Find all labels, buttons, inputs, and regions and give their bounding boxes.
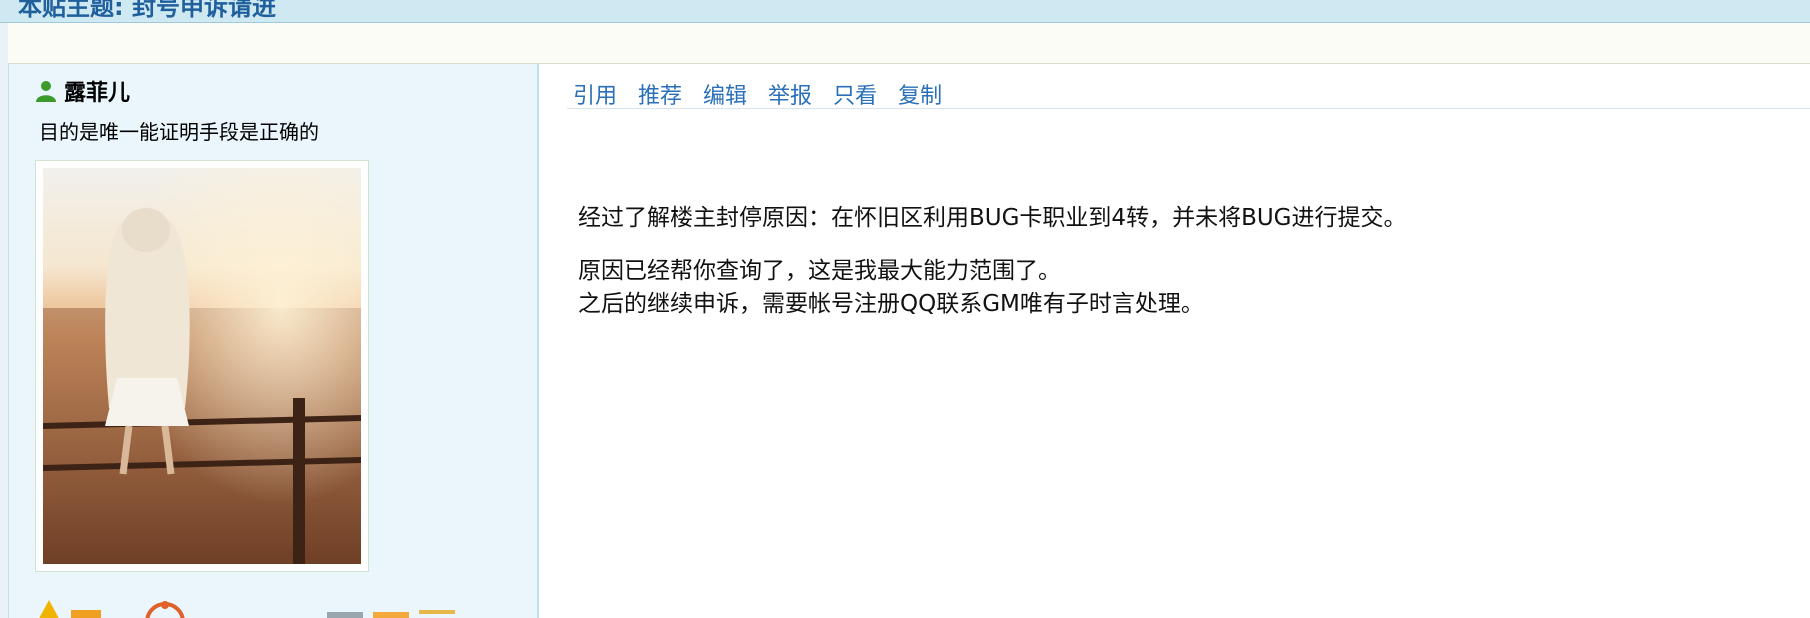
user-icon xyxy=(36,81,56,102)
thread-title-bar: 本贴主题: 封号申诉请进 xyxy=(0,0,1810,23)
post-content: 引用 推荐 编辑 举报 只看 复制 经过了解楼主封停原因：在怀旧区利用BUG卡职… xyxy=(539,64,1810,618)
actions-divider xyxy=(567,108,1810,109)
avatar-image xyxy=(43,168,361,564)
post-actions: 引用 推荐 编辑 举报 只看 复制 xyxy=(573,78,963,110)
report-link[interactable]: 举报 xyxy=(768,78,812,110)
edit-link[interactable]: 编辑 xyxy=(703,78,747,110)
sub-toolbar xyxy=(8,23,1810,64)
medal-flower-icon xyxy=(145,601,185,618)
thread-title: 本贴主题: 封号申诉请进 xyxy=(18,0,276,21)
left-edge xyxy=(0,23,9,618)
medal-row xyxy=(35,592,495,618)
author-username[interactable]: 露菲儿 xyxy=(64,75,130,107)
post-paragraph: 经过了解楼主封停原因：在怀旧区利用BUG卡职业到4转，并未将BUG进行提交。 xyxy=(578,205,1407,231)
medal-orange-icon xyxy=(373,612,409,618)
only-view-link[interactable]: 只看 xyxy=(833,78,877,110)
author-row: 露菲儿 xyxy=(34,75,130,107)
avatar-frame xyxy=(35,160,369,572)
medal-a-icon xyxy=(39,600,59,618)
post-body: 经过了解楼主封停原因：在怀旧区利用BUG卡职业到4转，并未将BUG进行提交。 原… xyxy=(578,202,1407,321)
author-motto: 目的是唯一能证明手段是正确的 xyxy=(39,120,319,144)
author-sidebar: 露菲儿 目的是唯一能证明手段是正确的 xyxy=(9,64,539,618)
medal-badge-icon xyxy=(71,610,101,618)
avatar[interactable] xyxy=(43,168,361,564)
medal-small-icon xyxy=(419,610,455,614)
copy-link[interactable]: 复制 xyxy=(898,78,942,110)
quote-link[interactable]: 引用 xyxy=(573,78,617,110)
post-paragraph: 原因已经帮你查询了，这是我最大能力范围了。 xyxy=(578,258,1061,284)
recommend-link[interactable]: 推荐 xyxy=(638,78,682,110)
post-paragraph: 之后的继续申诉，需要帐号注册QQ联系GM唯有子时言处理。 xyxy=(578,291,1204,317)
medal-gray-icon xyxy=(327,612,363,618)
